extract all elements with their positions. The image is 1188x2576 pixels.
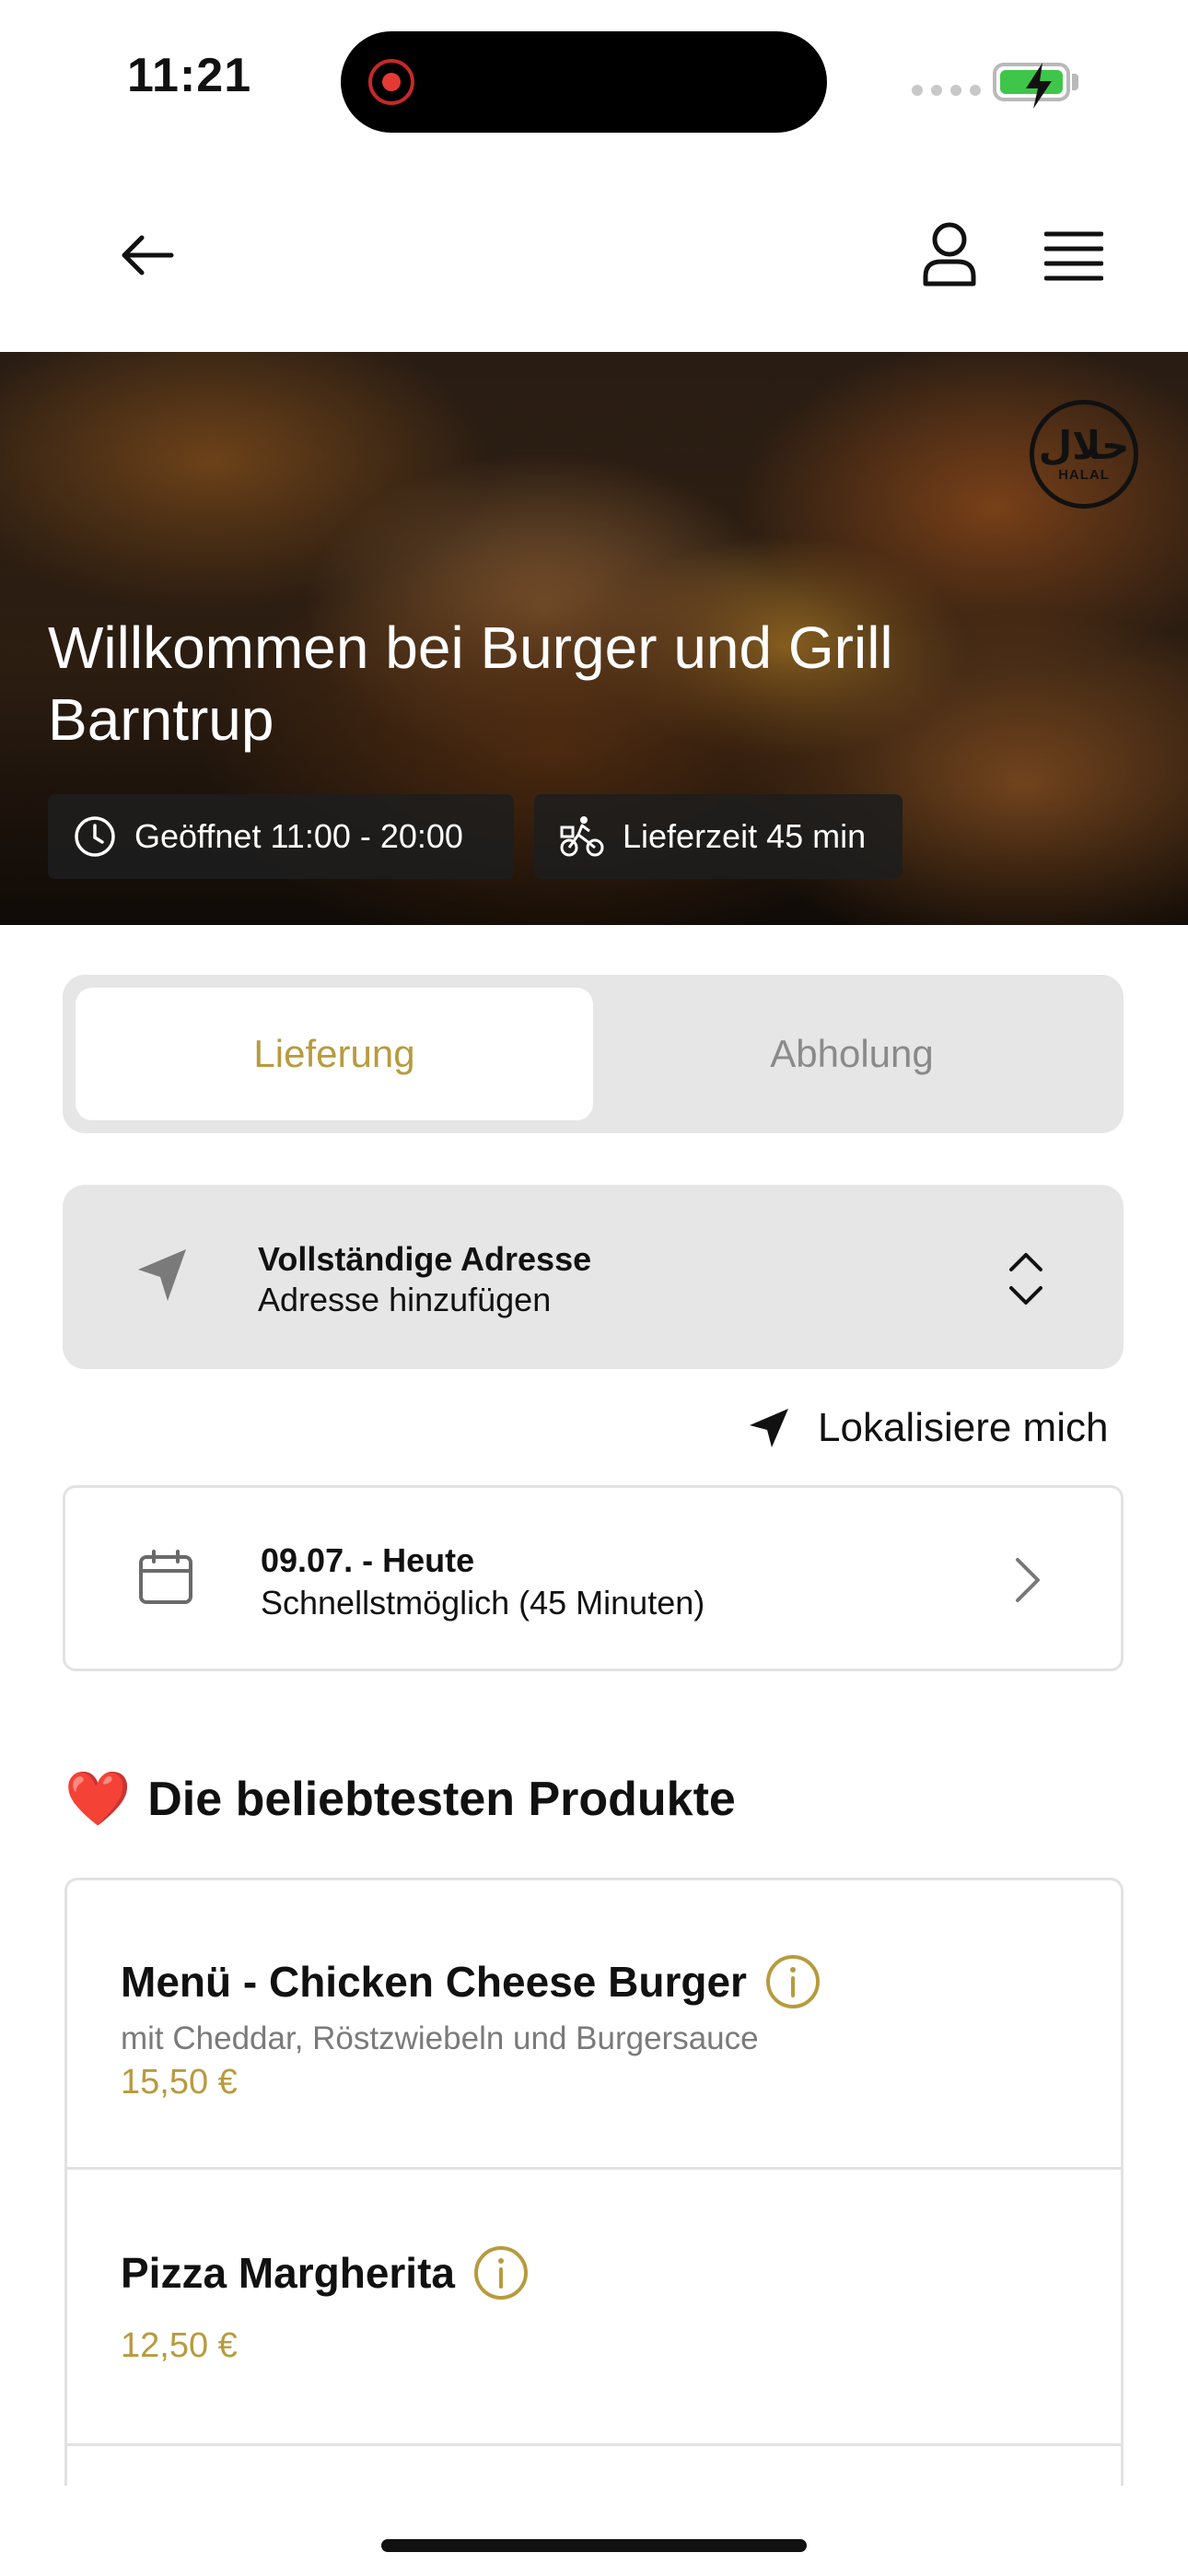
product-name: Menü - Chicken Cheese Burger bbox=[121, 1958, 747, 2006]
popular-products-heading: ❤️ Die beliebtesten Produkte bbox=[64, 1767, 736, 1831]
product-item[interactable]: Menü - Chicken Cheese Burger mit Cheddar… bbox=[67, 1880, 1121, 2170]
locate-me-label: Lokalisiere mich bbox=[818, 1405, 1109, 1450]
status-bar: 11:21 bbox=[0, 0, 1188, 157]
recording-indicator-icon bbox=[368, 59, 414, 105]
home-indicator[interactable] bbox=[381, 2539, 807, 2552]
schedule-date: 09.07. - Heute bbox=[261, 1541, 475, 1579]
product-name-row: Menü - Chicken Cheese Burger bbox=[121, 1954, 821, 2009]
opening-hours-chip: Geöffnet 11:00 - 20:00 bbox=[48, 794, 514, 879]
product-description: mit Cheddar, Röstzwiebeln und Burgersauc… bbox=[121, 2020, 759, 2056]
opening-hours-text: Geöffnet 11:00 - 20:00 bbox=[134, 817, 463, 855]
status-time: 11:21 bbox=[127, 49, 252, 102]
order-mode-toggle: Lieferung Abholung bbox=[63, 975, 1124, 1133]
schedule-selector[interactable]: 09.07. - Heute Schnellstmöglich (45 Minu… bbox=[63, 1485, 1124, 1671]
back-arrow-icon[interactable] bbox=[120, 232, 175, 278]
chevron-up-down-icon bbox=[1009, 1253, 1042, 1305]
user-account-icon[interactable] bbox=[921, 221, 978, 287]
product-list: Menü - Chicken Cheese Burger mit Cheddar… bbox=[64, 1878, 1124, 2486]
battery-icon bbox=[993, 63, 1070, 109]
halal-badge: حلال HALAL bbox=[1030, 400, 1138, 509]
product-price: 12,50 € bbox=[121, 2326, 238, 2365]
product-item[interactable]: Pizza Margherita 12,50 € bbox=[67, 2170, 1121, 2446]
cellular-signal-icon bbox=[912, 85, 981, 96]
navigation-arrow-icon bbox=[138, 1249, 186, 1301]
tab-abholung[interactable]: Abholung bbox=[593, 988, 1111, 1120]
restaurant-title: Willkommen bei Burger und Grill Barntrup bbox=[48, 615, 893, 753]
chevron-right-icon bbox=[1016, 1558, 1040, 1602]
bicycle-courier-icon bbox=[560, 816, 604, 857]
popular-products-title: Die beliebtesten Produkte bbox=[147, 1772, 736, 1826]
info-icon[interactable] bbox=[473, 2245, 529, 2301]
product-price: 15,50 € bbox=[121, 2063, 238, 2102]
hamburger-menu-icon[interactable] bbox=[1044, 230, 1103, 282]
address-title: Vollständige Adresse bbox=[258, 1240, 592, 1278]
dynamic-island bbox=[341, 31, 827, 133]
schedule-time: Schnellstmöglich (45 Minuten) bbox=[261, 1584, 705, 1622]
hero-banner: حلال HALAL Willkommen bei Burger und Gri… bbox=[0, 352, 1188, 925]
top-nav-bar bbox=[0, 157, 1188, 352]
clock-icon bbox=[75, 816, 115, 857]
battery-cap bbox=[1072, 74, 1078, 90]
address-selector[interactable]: Vollständige Adresse Adresse hinzufügen bbox=[63, 1185, 1124, 1369]
locate-me-button[interactable]: Lokalisiere mich bbox=[748, 1402, 1108, 1454]
delivery-time-text: Lieferzeit 45 min bbox=[623, 817, 867, 855]
info-icon[interactable] bbox=[765, 1954, 821, 2009]
halal-badge-latin: HALAL bbox=[1058, 466, 1110, 483]
halal-badge-arabic: حلال bbox=[1038, 422, 1130, 468]
location-arrow-icon bbox=[750, 1409, 788, 1447]
calendar-icon bbox=[139, 1550, 192, 1604]
product-name-row: Pizza Margherita bbox=[121, 2245, 529, 2301]
heart-icon: ❤️ bbox=[64, 1767, 132, 1830]
delivery-time-chip: Lieferzeit 45 min bbox=[534, 794, 903, 879]
tab-lieferung[interactable]: Lieferung bbox=[76, 988, 593, 1120]
address-placeholder: Adresse hinzufügen bbox=[258, 1281, 552, 1318]
product-name: Pizza Margherita bbox=[121, 2249, 455, 2297]
